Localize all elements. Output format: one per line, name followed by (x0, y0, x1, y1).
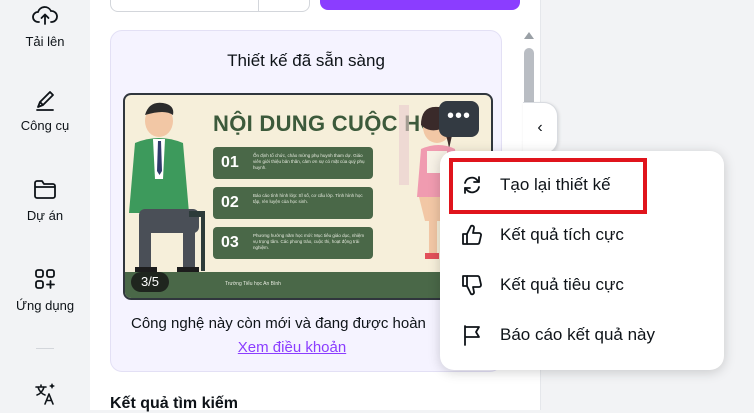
row-text: Báo cáo tình hình lớp: Sĩ số, cơ cấu lớp… (253, 193, 363, 204)
search-input[interactable] (110, 0, 310, 12)
menu-item-label: Kết quả tích cực (500, 225, 624, 244)
design-row: 02 Báo cáo tình hình lớp: Sĩ số, cơ cấu … (213, 187, 373, 219)
menu-item-thumbs-down[interactable]: Kết quả tiêu cực (440, 261, 724, 309)
menu-item-label: Báo cáo kết quả này (500, 325, 656, 344)
thumbs-down-icon (460, 273, 484, 297)
highlight-box (449, 158, 647, 214)
menu-item-label: Kết quả tiêu cực (500, 275, 624, 294)
translate-icon (30, 378, 60, 408)
card-title: Thiết kế đã sẵn sàng (227, 51, 385, 70)
terms-link[interactable]: Xem điều khoản (111, 339, 473, 356)
school-name: Trường Tiểu học An Bình (225, 281, 281, 287)
apps-grid-icon (30, 264, 60, 294)
rail-label: Ứng dụng (15, 298, 75, 313)
rail-item-translate[interactable] (0, 378, 90, 408)
design-row: 03 Phương hướng năm học mới: Mục tiêu gi… (213, 227, 373, 259)
man-illustration (129, 102, 205, 274)
design-thumbnail[interactable]: NỘI DUNG CUỘC HỌP 01 Ổn định tổ chức, ch… (123, 93, 493, 300)
menu-item-thumbs-up[interactable]: Kết quả tích cực (440, 211, 724, 259)
search-divider (258, 0, 259, 11)
rail-label: Công cụ (20, 118, 70, 133)
page-count-badge: 3/5 (131, 272, 169, 292)
left-rail: Tải lên Công cụ Dự án Ứng dụng (0, 0, 90, 410)
more-options-button[interactable]: ••• (439, 101, 479, 137)
row-number: 02 (221, 194, 239, 211)
pen-tool-icon (30, 84, 60, 114)
rail-item-upload[interactable]: Tải lên (0, 0, 90, 49)
rail-divider (36, 348, 54, 349)
row-number: 01 (221, 154, 239, 171)
card-description: Công nghệ này còn mới và đang được hoàn (131, 315, 426, 332)
rail-label: Tải lên (25, 34, 65, 49)
design-row: 01 Ổn định tổ chức, chào mừng phụ huynh … (213, 147, 373, 179)
flag-icon (460, 323, 484, 347)
thumbs-up-icon (460, 223, 484, 247)
scroll-up-arrow[interactable] (524, 32, 534, 39)
search-results-heading: Kết quả tìm kiếm (110, 395, 239, 412)
rail-label: Dự án (26, 208, 64, 223)
row-number: 03 (221, 234, 239, 251)
row-text: Ổn định tổ chức, chào mừng phụ huynh tha… (253, 153, 365, 170)
folder-icon (30, 174, 60, 204)
menu-item-report[interactable]: Báo cáo kết quả này (440, 311, 724, 359)
cloud-upload-icon (30, 0, 60, 30)
collapse-panel-button[interactable]: ‹ (523, 102, 558, 154)
rail-item-projects[interactable]: Dự án (0, 174, 90, 223)
rail-item-apps[interactable]: Ứng dụng (0, 264, 90, 313)
design-footer: Trường Tiểu học An Bình (125, 272, 491, 298)
generate-button[interactable] (320, 0, 520, 10)
row-text: Phương hướng năm học mới: Mục tiêu giáo … (253, 233, 365, 250)
rail-item-tools[interactable]: Công cụ (0, 84, 90, 133)
